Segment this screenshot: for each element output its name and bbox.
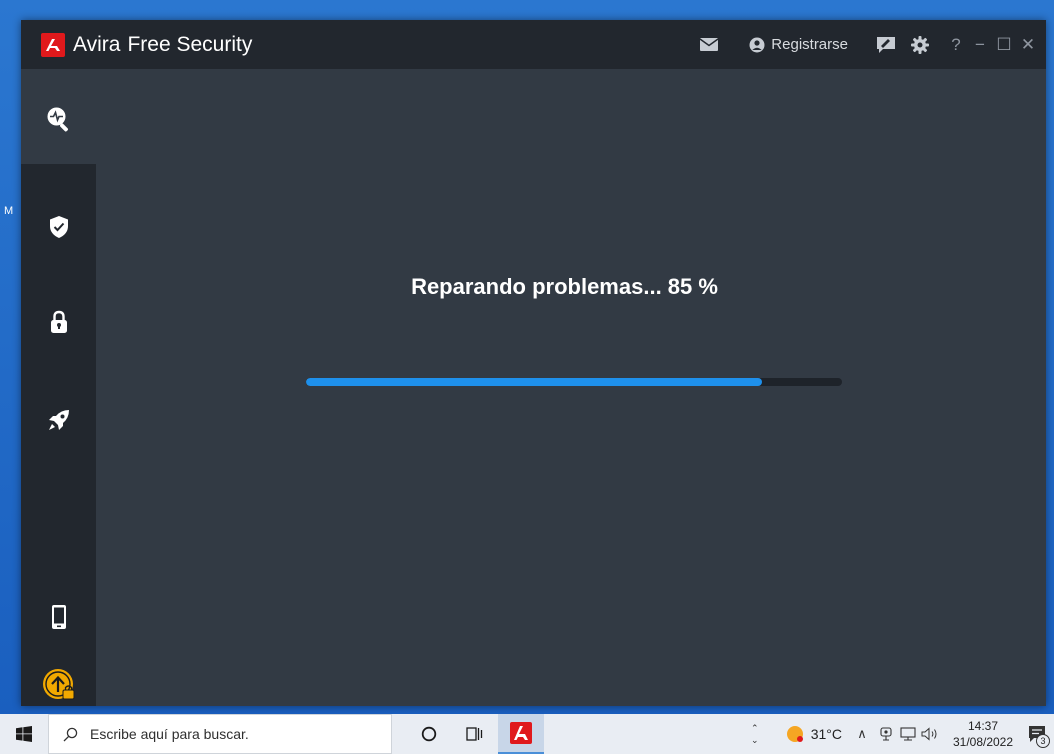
avira-logo-icon bbox=[41, 32, 65, 57]
cortana-button[interactable] bbox=[406, 714, 452, 754]
avira-taskbar-icon bbox=[510, 722, 532, 744]
start-button[interactable] bbox=[0, 714, 48, 754]
tray-scroll-button[interactable]: ⌃ ⌄ bbox=[745, 722, 765, 746]
network-button[interactable] bbox=[898, 726, 918, 742]
task-view-button[interactable] bbox=[452, 714, 498, 754]
feedback-icon bbox=[877, 36, 895, 53]
volume-icon bbox=[921, 727, 937, 741]
search-icon bbox=[63, 727, 78, 741]
scan-icon bbox=[47, 107, 68, 132]
settings-button[interactable] bbox=[906, 35, 934, 54]
maximize-button[interactable]: ☐ bbox=[992, 35, 1016, 55]
mail-button[interactable] bbox=[694, 37, 724, 52]
upgrade-icon bbox=[43, 669, 75, 700]
task-view-icon bbox=[466, 727, 483, 741]
minimize-button[interactable]: − bbox=[968, 35, 992, 55]
system-tray: ⌃ ⌄ 31°C ∧ 14:37 31/08/2022 3 bbox=[745, 714, 1054, 754]
search-placeholder: Escribe aquí para buscar. bbox=[90, 726, 249, 742]
sidebar-item-scan[interactable] bbox=[21, 79, 97, 159]
taskbar-search[interactable]: Escribe aquí para buscar. bbox=[48, 714, 392, 754]
windows-logo-icon bbox=[16, 726, 32, 742]
notification-count-badge: 3 bbox=[1036, 734, 1050, 748]
desktop-icon-label-fragment: M bbox=[4, 205, 14, 217]
brand-name: Avira bbox=[73, 32, 121, 56]
meet-now-icon bbox=[880, 727, 892, 741]
titlebar-actions: Registrarse ? − ☐ ✕ bbox=[694, 20, 1046, 69]
cortana-icon bbox=[421, 726, 437, 742]
register-button[interactable]: Registrarse bbox=[749, 36, 848, 53]
sidebar bbox=[21, 69, 97, 706]
taskbar-app-avira[interactable] bbox=[498, 714, 544, 754]
chevron-up-icon: ⌃ bbox=[750, 723, 759, 733]
temperature: 31°C bbox=[810, 726, 842, 742]
network-icon bbox=[900, 727, 916, 741]
brand: Avira Free Security bbox=[41, 32, 253, 57]
register-label: Registrarse bbox=[771, 36, 848, 53]
product-name: Free Security bbox=[127, 32, 253, 56]
rocket-icon bbox=[49, 410, 69, 430]
repair-status-text: Reparando problemas... 85 % bbox=[411, 274, 718, 299]
clock-date: 31/08/2022 bbox=[952, 735, 1014, 749]
sidebar-item-privacy[interactable] bbox=[21, 282, 97, 362]
weather-sun-icon bbox=[786, 726, 803, 742]
main-content: Reparando problemas... 85 % bbox=[97, 69, 1046, 706]
avira-window: Avira Free Security Registrarse ? − ☐ ✕ … bbox=[21, 20, 1046, 706]
weather-widget[interactable]: 31°C bbox=[785, 724, 842, 744]
sidebar-item-performance[interactable] bbox=[21, 380, 97, 460]
phone-icon bbox=[52, 605, 66, 629]
chevron-down-icon: ⌄ bbox=[750, 735, 759, 745]
volume-button[interactable] bbox=[920, 727, 940, 741]
taskbar: Escribe aquí para buscar. ⌃ ⌄ 31°C ∧ 14:… bbox=[0, 714, 1054, 754]
caret-up-icon: ∧ bbox=[857, 726, 867, 741]
feedback-button[interactable] bbox=[872, 36, 900, 54]
help-button[interactable]: ? bbox=[944, 35, 968, 55]
user-icon bbox=[749, 37, 765, 52]
sidebar-item-protection[interactable] bbox=[21, 187, 97, 267]
repair-progress-bar bbox=[306, 378, 842, 386]
notification-center-button[interactable]: 3 bbox=[1020, 714, 1054, 754]
mail-icon bbox=[699, 38, 719, 51]
titlebar: Avira Free Security Registrarse ? − ☐ ✕ bbox=[21, 20, 1046, 69]
gear-icon bbox=[911, 35, 929, 54]
taskbar-clock[interactable]: 14:37 31/08/2022 bbox=[946, 718, 1020, 750]
close-button[interactable]: ✕ bbox=[1016, 35, 1040, 55]
sidebar-item-upgrade[interactable] bbox=[21, 645, 97, 725]
repair-progress-fill bbox=[306, 378, 762, 386]
clock-time: 14:37 bbox=[967, 719, 999, 733]
show-hidden-icons-button[interactable]: ∧ bbox=[852, 726, 872, 742]
shield-icon bbox=[50, 216, 68, 238]
lock-icon bbox=[51, 310, 67, 333]
meet-now-button[interactable] bbox=[876, 726, 896, 742]
